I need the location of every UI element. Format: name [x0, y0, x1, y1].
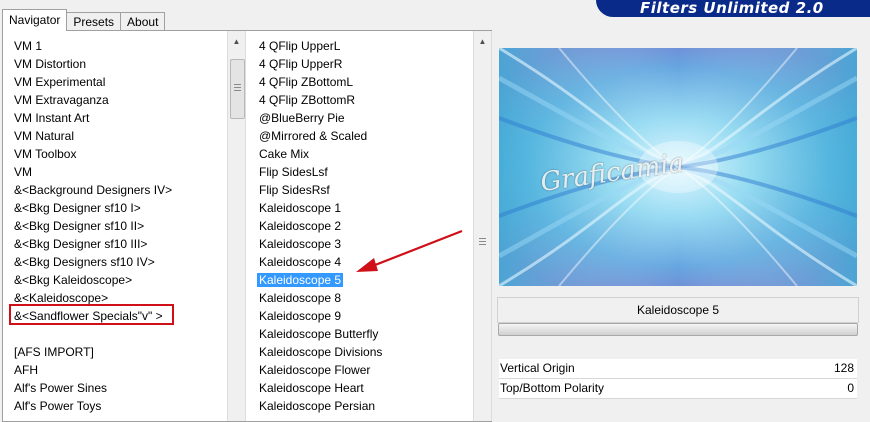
app-title: Filters Unlimited 2.0: [640, 0, 824, 17]
category-item[interactable]: VM Toolbox: [14, 145, 220, 163]
tab-about[interactable]: About: [120, 12, 166, 31]
filter-item[interactable]: @Mirrored & Scaled: [259, 127, 464, 145]
param-row-top-bottom-polarity[interactable]: Top/Bottom Polarity 0: [499, 379, 857, 399]
category-item[interactable]: VM Extravaganza: [14, 91, 220, 109]
category-item[interactable]: &<Bkg Designer sf10 III>: [14, 235, 220, 253]
category-item[interactable]: Alf's Power Toys: [14, 397, 220, 415]
scroll-up-icon[interactable]: ▲: [474, 33, 491, 50]
category-list[interactable]: VM 1 VM Distortion VM Experimental VM Extra…: [14, 37, 220, 415]
filter-item[interactable]: Kaleidoscope Persian: [259, 397, 464, 415]
tab-strip: Navigator Presets About: [2, 8, 166, 31]
filter-item[interactable]: Kaleidoscope 8: [259, 289, 464, 307]
param-row-vertical-origin[interactable]: Vertical Origin 128: [499, 359, 857, 379]
category-item[interactable]: [14, 325, 220, 343]
filter-item[interactable]: Kaleidoscope 1: [259, 199, 464, 217]
filter-item[interactable]: Cake Mix: [259, 145, 464, 163]
filter-item[interactable]: 4 QFlip UpperL: [259, 37, 464, 55]
filter-scroll-grip[interactable]: [476, 235, 489, 247]
filter-item[interactable]: Flip SidesRsf: [259, 181, 464, 199]
category-item[interactable]: [AFS IMPORT]: [14, 343, 220, 361]
category-item[interactable]: VM Experimental: [14, 73, 220, 91]
category-highlight-box: [9, 304, 174, 325]
category-item[interactable]: &<Bkg Designer sf10 II>: [14, 217, 220, 235]
filter-item[interactable]: Kaleidoscope Butterfly: [259, 325, 464, 343]
category-item[interactable]: Alf's Power Sines: [14, 379, 220, 397]
progress-bar: [498, 323, 858, 336]
scroll-up-icon[interactable]: ▲: [228, 33, 245, 50]
category-item[interactable]: AFH: [14, 361, 220, 379]
filter-item[interactable]: Kaleidoscope Heart: [259, 379, 464, 397]
param-label: Vertical Origin: [500, 361, 575, 375]
category-item[interactable]: &<Bkg Designers sf10 IV>: [14, 253, 220, 271]
category-item[interactable]: VM Natural: [14, 127, 220, 145]
tab-navigator[interactable]: Navigator: [2, 9, 68, 31]
category-item[interactable]: &<Background Designers IV>: [14, 181, 220, 199]
filter-item[interactable]: 4 QFlip UpperR: [259, 55, 464, 73]
selected-filter-name: Kaleidoscope 5: [497, 297, 859, 323]
category-scroll-thumb[interactable]: [230, 59, 245, 119]
param-value: 0: [847, 381, 854, 395]
category-item[interactable]: VM Distortion: [14, 55, 220, 73]
category-item[interactable]: VM: [14, 163, 220, 181]
filter-scrollbar[interactable]: ▲: [473, 31, 492, 421]
category-item[interactable]: &<Bkg Kaleidoscope>: [14, 271, 220, 289]
filter-item[interactable]: 4 QFlip ZBottomR: [259, 91, 464, 109]
filter-item[interactable]: 4 QFlip ZBottomL: [259, 73, 464, 91]
param-label: Top/Bottom Polarity: [500, 381, 605, 395]
red-arrow-icon: [356, 229, 463, 272]
param-value: 128: [833, 361, 854, 375]
category-item[interactable]: VM 1: [14, 37, 220, 55]
category-item[interactable]: VM Instant Art: [14, 109, 220, 127]
filter-item[interactable]: Flip SidesLsf: [259, 163, 464, 181]
filter-item[interactable]: @BlueBerry Pie: [259, 109, 464, 127]
tab-presets[interactable]: Presets: [66, 12, 122, 31]
category-scrollbar[interactable]: ▲: [227, 31, 246, 421]
filter-item[interactable]: Kaleidoscope Flower: [259, 361, 464, 379]
filter-item[interactable]: Kaleidoscope 9: [259, 307, 464, 325]
filter-item[interactable]: Kaleidoscope Divisions: [259, 343, 464, 361]
category-item[interactable]: &<Bkg Designer sf10 I>: [14, 199, 220, 217]
